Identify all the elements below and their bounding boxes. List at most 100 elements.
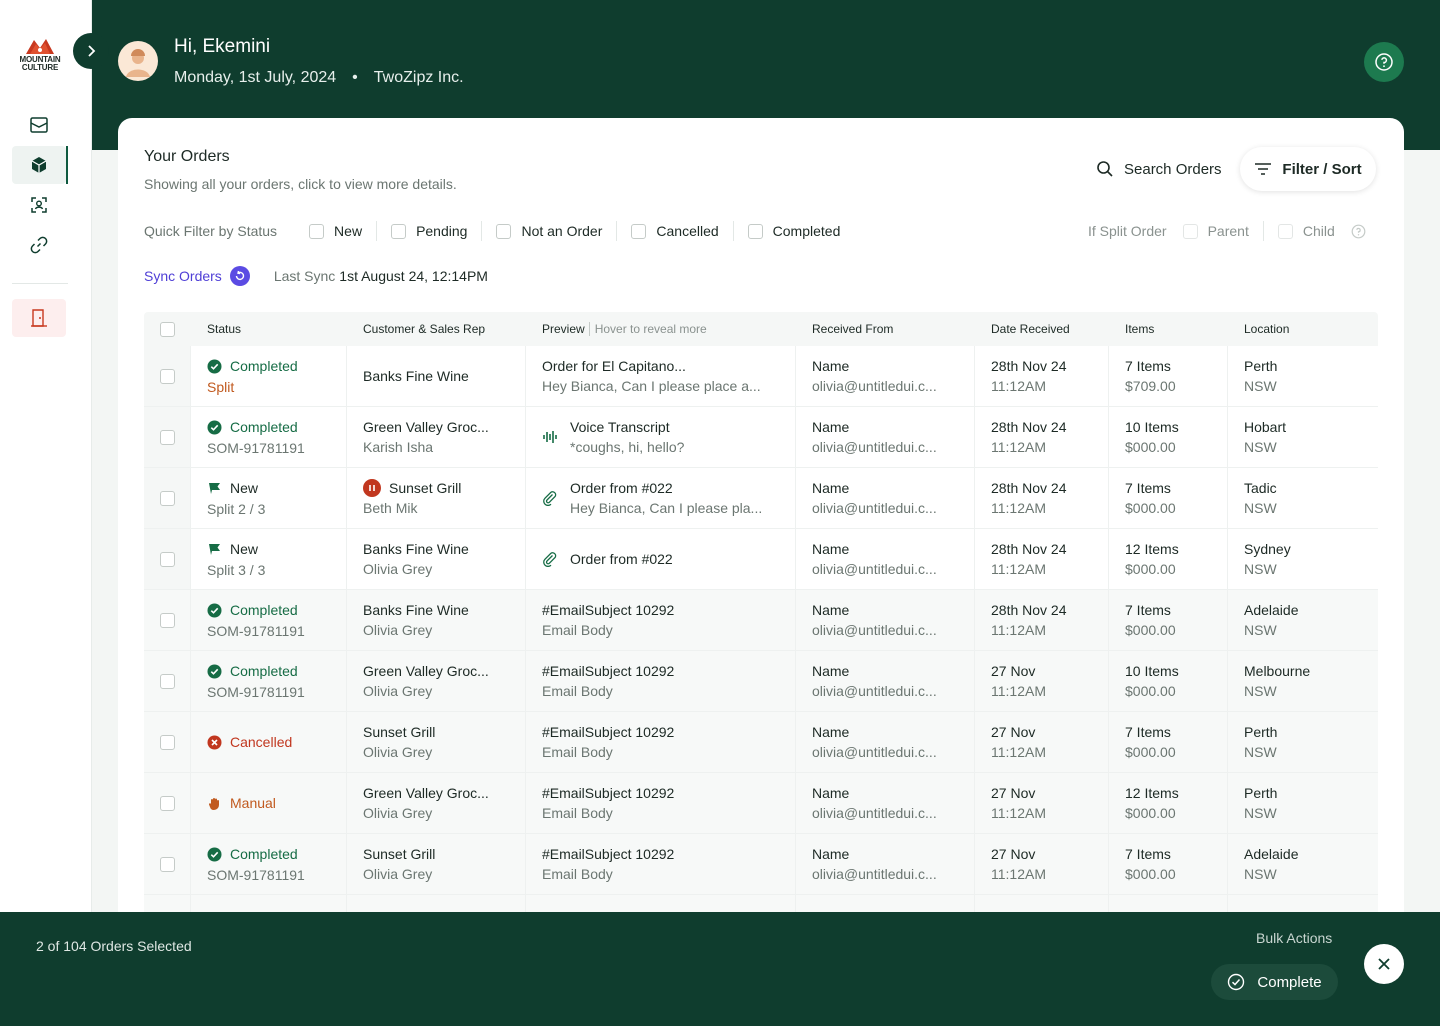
table-row[interactable]: New Split 2 / 3 Sunset Grill Beth Mik Ord…: [144, 468, 1378, 529]
location-state: NSW: [1244, 561, 1277, 577]
table-row[interactable]: New Split 3 / 3 Banks Fine Wine Olivia Gr…: [144, 529, 1378, 590]
preview-cell[interactable]: Order for El Capitano... Hey Bianca, Can…: [526, 346, 796, 406]
preview-cell[interactable]: #EmailSubject 10292 Email Body: [526, 590, 796, 650]
status-sub: SOM-91781191: [207, 684, 305, 700]
preview-cell[interactable]: #EmailSubject 10292 Email Body: [526, 651, 796, 711]
checkbox[interactable]: [1182, 223, 1198, 239]
row-checkbox[interactable]: [159, 490, 175, 506]
filter-sort-label: Filter / Sort: [1282, 160, 1362, 178]
preview-title: #EmailSubject 10292: [542, 724, 675, 740]
table-row[interactable]: Completed Split Banks Fine Wine Order for…: [144, 346, 1378, 407]
sync-orders-link[interactable]: Sync Orders: [144, 268, 222, 284]
customer-line: Banks Fine Wine: [363, 539, 525, 559]
checkbox[interactable]: [496, 223, 512, 239]
preview-cell[interactable]: Order from #022: [526, 529, 796, 589]
row-checkbox[interactable]: [159, 673, 175, 689]
preview-cell[interactable]: #EmailSubject 10292 Email Body: [526, 712, 796, 772]
table-row[interactable]: Completed SOM-91781191 Green Valley Groc.…: [144, 407, 1378, 468]
filter-not-an-order[interactable]: Not an Order: [496, 223, 602, 239]
search-orders-label: Search Orders: [1124, 160, 1222, 178]
sidebar-toggle-button[interactable]: [73, 33, 109, 69]
location-cell: Melbourne NSW: [1228, 651, 1378, 711]
table-row[interactable]: Completed SOM-91781191 Banks Fine Wine Ol…: [144, 590, 1378, 651]
preview-cell[interactable]: Voice Transcript *coughs, hi, hello?: [526, 407, 796, 467]
help-button[interactable]: [1364, 42, 1404, 82]
filter-child[interactable]: Child: [1277, 223, 1335, 239]
avatar[interactable]: [118, 41, 158, 81]
table-row[interactable]: Manual Green Valley Groc... Olivia Grey …: [144, 773, 1378, 834]
date-received: 28th Nov 24: [991, 358, 1067, 374]
brand-logo-text: MOUNTAIN CULTURE: [19, 55, 61, 72]
items-cell: 7 Items $000.00: [1109, 590, 1228, 650]
checkbox[interactable]: [309, 223, 325, 239]
customer-cell: Sunset Grill Olivia Grey: [347, 712, 526, 772]
filter-new[interactable]: New: [309, 223, 362, 239]
filter-completed-label: Completed: [772, 223, 841, 239]
nav-contacts[interactable]: [12, 186, 66, 224]
checkbox[interactable]: [1277, 223, 1293, 239]
bulk-complete-button[interactable]: Complete: [1211, 964, 1338, 1000]
filter-parent[interactable]: Parent: [1182, 223, 1249, 239]
preview-title: Order for El Capitano...: [542, 358, 686, 374]
filter-cancelled[interactable]: Cancelled: [631, 223, 719, 239]
time-received: 11:12AM: [991, 622, 1046, 638]
filter-pending[interactable]: Pending: [391, 223, 467, 239]
table-row[interactable]: Completed SOM-91781191 Green Valley Groc.…: [144, 651, 1378, 712]
column-received-from[interactable]: Received From: [796, 322, 975, 336]
preview-cell[interactable]: #EmailSubject 10292 Email Body: [526, 773, 796, 833]
date-received: 28th Nov 24: [991, 541, 1067, 557]
row-checkbox[interactable]: [159, 429, 175, 445]
row-checkbox[interactable]: [159, 612, 175, 628]
column-date-received[interactable]: Date Received: [975, 322, 1109, 336]
filter-sort-button[interactable]: Filter / Sort: [1240, 147, 1376, 191]
table-row[interactable]: Completed SOM-91781191 Sunset Grill Olivi…: [144, 834, 1378, 895]
checkbox[interactable]: [631, 223, 647, 239]
sync-button[interactable]: [229, 266, 250, 286]
filter-completed[interactable]: Completed: [747, 223, 841, 239]
date-cell: 28th Nov 24 11:12AM: [975, 590, 1109, 650]
item-count: 10 Items: [1125, 419, 1179, 435]
nav-inbox[interactable]: [12, 106, 66, 144]
sender-name: Name: [812, 724, 850, 740]
row-checkbox[interactable]: [159, 368, 175, 384]
sender-email: olivia@untitledui.c...: [812, 378, 937, 394]
info-circle-icon[interactable]: [1351, 224, 1366, 239]
column-customer[interactable]: Customer & Sales Rep: [347, 322, 526, 336]
column-preview[interactable]: Preview Hover to reveal more: [526, 322, 796, 336]
nav-integrations[interactable]: [12, 226, 66, 264]
sync-row: Sync Orders Last Sync 1st August 24, 12:…: [144, 266, 488, 286]
separator-dot: •: [352, 69, 358, 86]
preview-cell[interactable]: #EmailSubject 10292 Email Body: [526, 834, 796, 894]
column-status[interactable]: Status: [191, 322, 347, 336]
table-row[interactable]: Cancelled Sunset Grill Olivia Grey #Emai…: [144, 712, 1378, 773]
received-from-cell: Name olivia@untitledui.c...: [796, 651, 975, 711]
column-location[interactable]: Location: [1228, 322, 1378, 336]
location-state: NSW: [1244, 744, 1277, 760]
row-checkbox[interactable]: [159, 551, 175, 567]
row-checkbox[interactable]: [159, 795, 175, 811]
preview-wrap: Order from #022: [542, 549, 795, 569]
check-circle-icon: [207, 603, 222, 617]
search-orders-button[interactable]: Search Orders: [1096, 158, 1222, 180]
checkbox[interactable]: [391, 223, 407, 239]
row-checkbox[interactable]: [159, 856, 175, 872]
nav-orders[interactable]: [12, 146, 68, 184]
preview-cell[interactable]: Order from #022 Hey Bianca, Can I please…: [526, 468, 796, 528]
location-state: NSW: [1244, 439, 1277, 455]
column-items[interactable]: Items: [1109, 322, 1228, 336]
checkbox[interactable]: [747, 223, 763, 239]
customer-name: Green Valley Groc...: [363, 663, 489, 679]
order-total: $000.00: [1125, 866, 1176, 882]
customer-line: Sunset Grill: [363, 722, 525, 742]
row-checkbox[interactable]: [159, 734, 175, 750]
preview-title: Order from #022: [570, 480, 673, 496]
order-total: $000.00: [1125, 561, 1176, 577]
nav-logout[interactable]: [12, 299, 66, 337]
location-city: Perth: [1244, 724, 1278, 740]
flag-icon: [209, 543, 220, 555]
close-bulk-bar-button[interactable]: [1364, 944, 1404, 984]
sales-rep: Karish Isha: [363, 439, 434, 455]
select-all-checkbox[interactable]: [160, 321, 175, 337]
received-from-cell: Name olivia@untitledui.c...: [796, 834, 975, 894]
location-state: NSW: [1244, 805, 1277, 821]
